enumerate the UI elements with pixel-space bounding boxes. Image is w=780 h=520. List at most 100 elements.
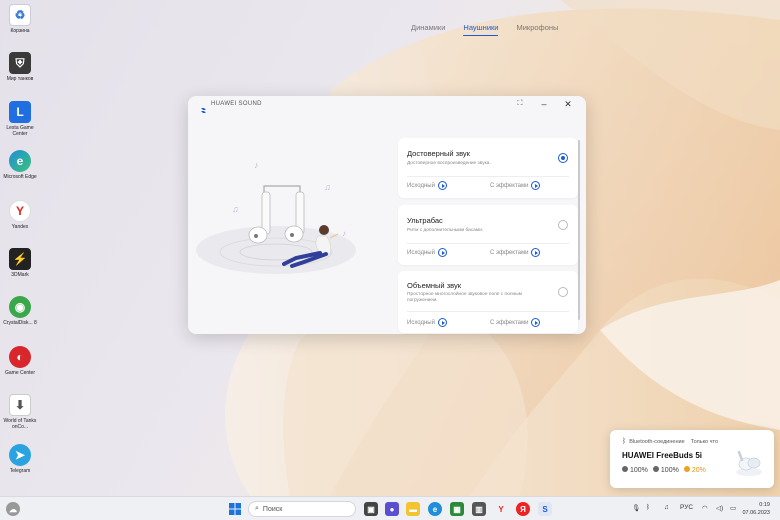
clock-date: 07.06.2023 <box>742 510 770 516</box>
play-icon <box>437 318 447 327</box>
desktop-icon-crystaldisk[interactable]: ◉ CrystalDisk... 8 <box>0 296 40 326</box>
option-label: Исходный <box>407 249 435 256</box>
tray-audio-icon[interactable]: ♫ <box>664 504 669 511</box>
edge-icon: e <box>9 150 31 172</box>
fullscreen-button[interactable]: ⛶ <box>508 98 532 110</box>
option-original[interactable]: Исходный <box>407 318 447 327</box>
start-button[interactable] <box>228 502 242 516</box>
radio-surround-sound[interactable] <box>558 287 568 297</box>
wifi-icon[interactable]: ◠ <box>702 504 708 512</box>
left-earbud-icon <box>622 466 628 472</box>
svg-text:♫: ♫ <box>232 204 239 214</box>
minimize-icon: – <box>541 99 547 109</box>
clock[interactable]: 0:19 07.06.2023 <box>742 501 770 517</box>
bluetooth-notification[interactable]: ᛒ Bluetooth-соединение Только что HUAWEI… <box>610 430 774 488</box>
play-icon <box>437 181 447 190</box>
chat-icon: ● <box>389 504 395 514</box>
desktop-icon-3dmark[interactable]: ⚡ 3DMark <box>0 248 40 278</box>
device-tabs: Динамики Наушники Микрофоны <box>402 23 567 36</box>
bluetooth-tray-icon[interactable]: ᛒ <box>646 504 650 511</box>
clock-time: 0:19 <box>759 502 770 508</box>
notification-source: Bluetooth-соединение <box>629 438 685 445</box>
task-view-button[interactable]: ▣ <box>364 502 378 516</box>
wot-icon: ⬇ <box>9 394 31 416</box>
radio-authentic-sound[interactable] <box>558 153 568 163</box>
search-placeholder: Поиск <box>262 505 283 513</box>
card-authentic-sound[interactable]: Достоверный звук Достоверное воспроизвед… <box>398 138 578 198</box>
app-button[interactable]: ▥ <box>472 502 486 516</box>
weather-icon: ☁ <box>9 504 17 514</box>
minimize-button[interactable]: – <box>532 98 556 110</box>
app-title: HUAWEI SOUND <box>211 101 262 107</box>
right-earbud-icon <box>652 466 659 472</box>
play-icon <box>531 248 541 257</box>
recycle-bin-icon: ♻ <box>9 4 31 26</box>
desktop-icon-edge[interactable]: e Microsoft Edge <box>0 150 40 180</box>
option-original[interactable]: Исходный <box>407 181 447 190</box>
expand-icon: ⛶ <box>517 100 523 107</box>
option-label: Исходный <box>407 319 435 326</box>
battery-levels: 100% 100% 20% <box>622 466 706 474</box>
option-with-effects[interactable]: С эффектами <box>490 248 541 257</box>
radio-ultrabass[interactable] <box>558 220 568 230</box>
lesta-icon: L <box>9 101 31 123</box>
bluetooth-icon: ᛒ <box>622 438 627 445</box>
tab-microphones[interactable]: Микрофоны <box>507 23 567 36</box>
yandex-browser-button[interactable]: Y <box>494 502 508 516</box>
left-earbud-battery: 100% <box>622 466 648 474</box>
huawei-sound-taskbar-button[interactable]: S <box>538 502 552 516</box>
desktop-icon-recycle-bin[interactable]: ♻ Корзина <box>0 4 40 34</box>
desktop-icon-label: CrystalDisk... 8 <box>3 320 37 326</box>
desktop-icon-mir-tankov[interactable]: ⛨ Мир танков <box>0 52 40 82</box>
option-with-effects[interactable]: С эффектами <box>490 181 541 190</box>
desktop-icon-label: World of Tanks onCo... <box>3 418 37 430</box>
mic-icon[interactable]: 🎙 <box>632 504 640 512</box>
desktop-icon-yandex[interactable]: Y Yandex <box>0 200 40 230</box>
edge-taskbar-button[interactable]: e <box>428 502 442 516</box>
desktop-icon-wot[interactable]: ⬇ World of Tanks onCo... <box>0 394 40 430</box>
desktop-icon-label: Мир танков <box>6 76 34 82</box>
yandex-browser-icon: Y <box>498 504 504 514</box>
case-icon <box>683 466 690 472</box>
yandex-icon: Я <box>520 504 526 514</box>
taskbar-search[interactable]: ⌕ Поиск <box>248 501 356 517</box>
option-with-effects[interactable]: С эффектами <box>490 318 541 327</box>
tab-speakers[interactable]: Динамики <box>402 23 454 36</box>
notification-time: Только что <box>690 438 719 445</box>
crystaldisk-icon: ◉ <box>9 296 31 318</box>
notification-header: ᛒ Bluetooth-соединение Только что <box>622 438 718 445</box>
file-explorer-button[interactable]: ▬ <box>406 502 420 516</box>
close-button[interactable]: ✕ <box>556 98 580 110</box>
weather-widget[interactable]: ☁ <box>6 502 20 516</box>
card-title: Ультрабас <box>407 216 443 225</box>
desktop-icon-game-center[interactable]: ◐ Game Center <box>0 346 40 376</box>
desktop-icon-label: Yandex <box>11 224 29 230</box>
scrollbar[interactable] <box>578 140 580 320</box>
battery-value: 100% <box>660 467 679 474</box>
card-ultrabass[interactable]: Ультрабас Ритм с дополнительными басами.… <box>398 205 578 265</box>
case-battery: 20% <box>683 466 706 474</box>
option-label: С эффектами <box>490 182 529 189</box>
volume-icon[interactable]: ◁) <box>716 504 723 512</box>
huawei-sound-icon: S <box>542 504 548 514</box>
folder-icon: ▬ <box>409 504 417 514</box>
yandex-button[interactable]: Я <box>516 502 530 516</box>
option-original[interactable]: Исходный <box>407 248 447 257</box>
language-indicator[interactable]: РУС <box>680 504 693 511</box>
earbuds-image <box>734 450 764 483</box>
app-icon: ▥ <box>475 504 483 514</box>
battery-icon[interactable]: ▭ <box>730 504 736 512</box>
card-title: Достоверный звук <box>407 149 470 158</box>
store-button[interactable]: ▦ <box>450 502 464 516</box>
title-bar[interactable]: HUAWEI SOUND ⛶ – ✕ <box>188 96 586 113</box>
headphones-illustration: ♪ ♫ ♫ ♪ <box>196 150 376 285</box>
close-icon: ✕ <box>564 98 572 109</box>
desktop-icon-lesta[interactable]: L Lesta Game Center <box>0 101 40 137</box>
huawei-sound-icon <box>200 101 207 113</box>
card-surround-sound[interactable]: Объемный звук Просторное многослойное зв… <box>398 271 578 333</box>
store-icon: ▦ <box>453 504 461 514</box>
tab-headphones[interactable]: Наушники <box>454 23 507 36</box>
telegram-icon: ➤ <box>9 444 31 466</box>
desktop-icon-telegram[interactable]: ➤ Telegram <box>0 444 40 474</box>
chat-button[interactable]: ● <box>385 502 399 516</box>
